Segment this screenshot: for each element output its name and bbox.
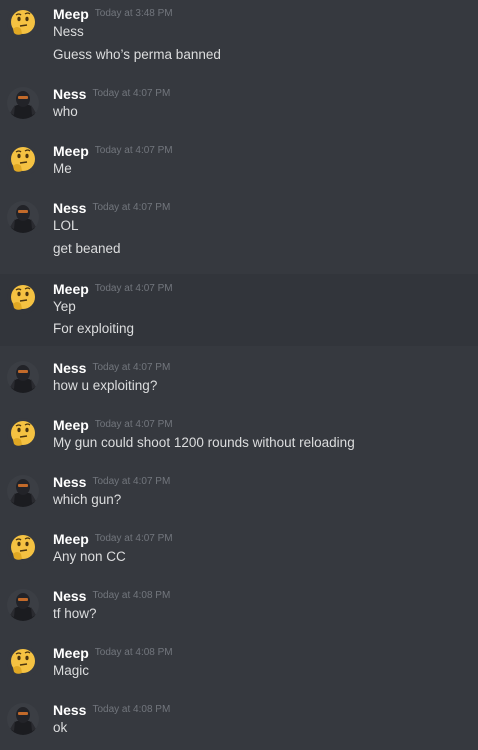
username[interactable]: Meep xyxy=(53,4,89,24)
message-text: My gun could shoot 1200 rounds without r… xyxy=(53,435,355,450)
message-group: Meep Today at 4:07 PM Me xyxy=(0,141,478,183)
dark-figure-avatar-icon xyxy=(7,475,39,507)
message-header: Meep Today at 3:48 PM xyxy=(53,4,173,24)
message-text: LOL xyxy=(53,218,79,233)
timestamp[interactable]: Today at 4:07 PM xyxy=(95,415,173,435)
avatar[interactable] xyxy=(7,646,39,678)
avatar[interactable] xyxy=(7,144,39,176)
avatar[interactable] xyxy=(7,532,39,564)
timestamp[interactable]: Today at 3:48 PM xyxy=(95,4,173,24)
message-group: Ness Today at 4:07 PM how u exploiting? xyxy=(0,358,478,400)
timestamp[interactable]: Today at 4:07 PM xyxy=(92,84,170,104)
avatar[interactable] xyxy=(7,475,39,507)
message-group: Ness Today at 4:07 PM LOL get beaned xyxy=(0,198,478,264)
message-group: Meep Today at 4:07 PM Yep For exploiting xyxy=(0,274,478,346)
timestamp[interactable]: Today at 4:07 PM xyxy=(92,472,170,492)
message-group: Ness Today at 4:08 PM ok xyxy=(0,700,478,742)
username[interactable]: Ness xyxy=(53,84,86,104)
message-text: get beaned xyxy=(53,241,121,256)
dark-figure-avatar-icon xyxy=(7,589,39,621)
message-group: Meep Today at 4:07 PM My gun could shoot … xyxy=(0,415,478,457)
message-header: Meep Today at 4:08 PM xyxy=(53,643,173,663)
thinking-emoji-icon xyxy=(7,144,39,176)
timestamp[interactable]: Today at 4:07 PM xyxy=(95,279,173,299)
message-text: ok xyxy=(53,720,68,735)
message-header: Meep Today at 4:07 PM xyxy=(53,415,173,435)
username[interactable]: Meep xyxy=(53,643,89,663)
dark-figure-avatar-icon xyxy=(7,87,39,119)
dark-figure-avatar-icon xyxy=(7,361,39,393)
thinking-emoji-icon xyxy=(7,532,39,564)
message-text: Ness xyxy=(53,24,84,39)
message-text: how u exploiting? xyxy=(53,378,158,393)
username[interactable]: Ness xyxy=(53,472,86,492)
timestamp[interactable]: Today at 4:08 PM xyxy=(92,700,170,720)
timestamp[interactable]: Today at 4:08 PM xyxy=(95,643,173,663)
username[interactable]: Ness xyxy=(53,198,86,218)
username[interactable]: Ness xyxy=(53,700,86,720)
timestamp[interactable]: Today at 4:07 PM xyxy=(95,529,173,549)
message-header: Ness Today at 4:07 PM xyxy=(53,84,170,104)
message-header: Ness Today at 4:07 PM xyxy=(53,472,170,492)
username[interactable]: Meep xyxy=(53,141,89,161)
message-text: Me xyxy=(53,161,72,176)
thinking-emoji-icon xyxy=(7,282,39,314)
message-group: Meep Today at 3:48 PM Ness Guess who’s pe… xyxy=(0,4,478,70)
dark-figure-avatar-icon xyxy=(7,201,39,233)
message-text: For exploiting xyxy=(53,321,135,336)
avatar[interactable] xyxy=(7,87,39,119)
dark-figure-avatar-icon xyxy=(7,703,39,735)
message-group: Ness Today at 4:08 PM tf how? xyxy=(0,586,478,628)
username[interactable]: Meep xyxy=(53,529,89,549)
message-header: Ness Today at 4:07 PM xyxy=(53,198,170,218)
username[interactable]: Meep xyxy=(53,415,89,435)
message-header: Ness Today at 4:08 PM xyxy=(53,586,170,606)
thinking-emoji-icon xyxy=(7,7,39,39)
timestamp[interactable]: Today at 4:08 PM xyxy=(92,586,170,606)
message-header: Meep Today at 4:07 PM xyxy=(53,279,173,299)
avatar[interactable] xyxy=(7,589,39,621)
avatar[interactable] xyxy=(7,418,39,450)
message-group: Ness Today at 4:07 PM who xyxy=(0,84,478,126)
timestamp[interactable]: Today at 4:07 PM xyxy=(92,358,170,378)
thinking-emoji-icon xyxy=(7,418,39,450)
message-text: who xyxy=(53,104,78,119)
username[interactable]: Ness xyxy=(53,358,86,378)
avatar[interactable] xyxy=(7,7,39,39)
message-text: Guess who’s perma banned xyxy=(53,47,221,62)
message-header: Ness Today at 4:08 PM xyxy=(53,700,170,720)
username[interactable]: Ness xyxy=(53,586,86,606)
chat-messages: Meep Today at 3:48 PM Ness Guess who’s pe… xyxy=(0,0,478,750)
message-text: which gun? xyxy=(53,492,122,507)
message-header: Ness Today at 4:07 PM xyxy=(53,358,170,378)
message-text: Any non CC xyxy=(53,549,126,564)
thinking-emoji-icon xyxy=(7,646,39,678)
message-group: Ness Today at 4:07 PM which gun? xyxy=(0,472,478,514)
message-text: tf how? xyxy=(53,606,97,621)
username[interactable]: Meep xyxy=(53,279,89,299)
message-header: Meep Today at 4:07 PM xyxy=(53,141,173,161)
message-group: Meep Today at 4:08 PM Magic xyxy=(0,643,478,685)
message-group: Meep Today at 4:07 PM Any non CC xyxy=(0,529,478,571)
avatar[interactable] xyxy=(7,282,39,314)
message-header: Meep Today at 4:07 PM xyxy=(53,529,173,549)
avatar[interactable] xyxy=(7,361,39,393)
avatar[interactable] xyxy=(7,201,39,233)
message-text: Yep xyxy=(53,299,76,314)
message-text: Magic xyxy=(53,663,90,678)
timestamp[interactable]: Today at 4:07 PM xyxy=(92,198,170,218)
timestamp[interactable]: Today at 4:07 PM xyxy=(95,141,173,161)
avatar[interactable] xyxy=(7,703,39,735)
